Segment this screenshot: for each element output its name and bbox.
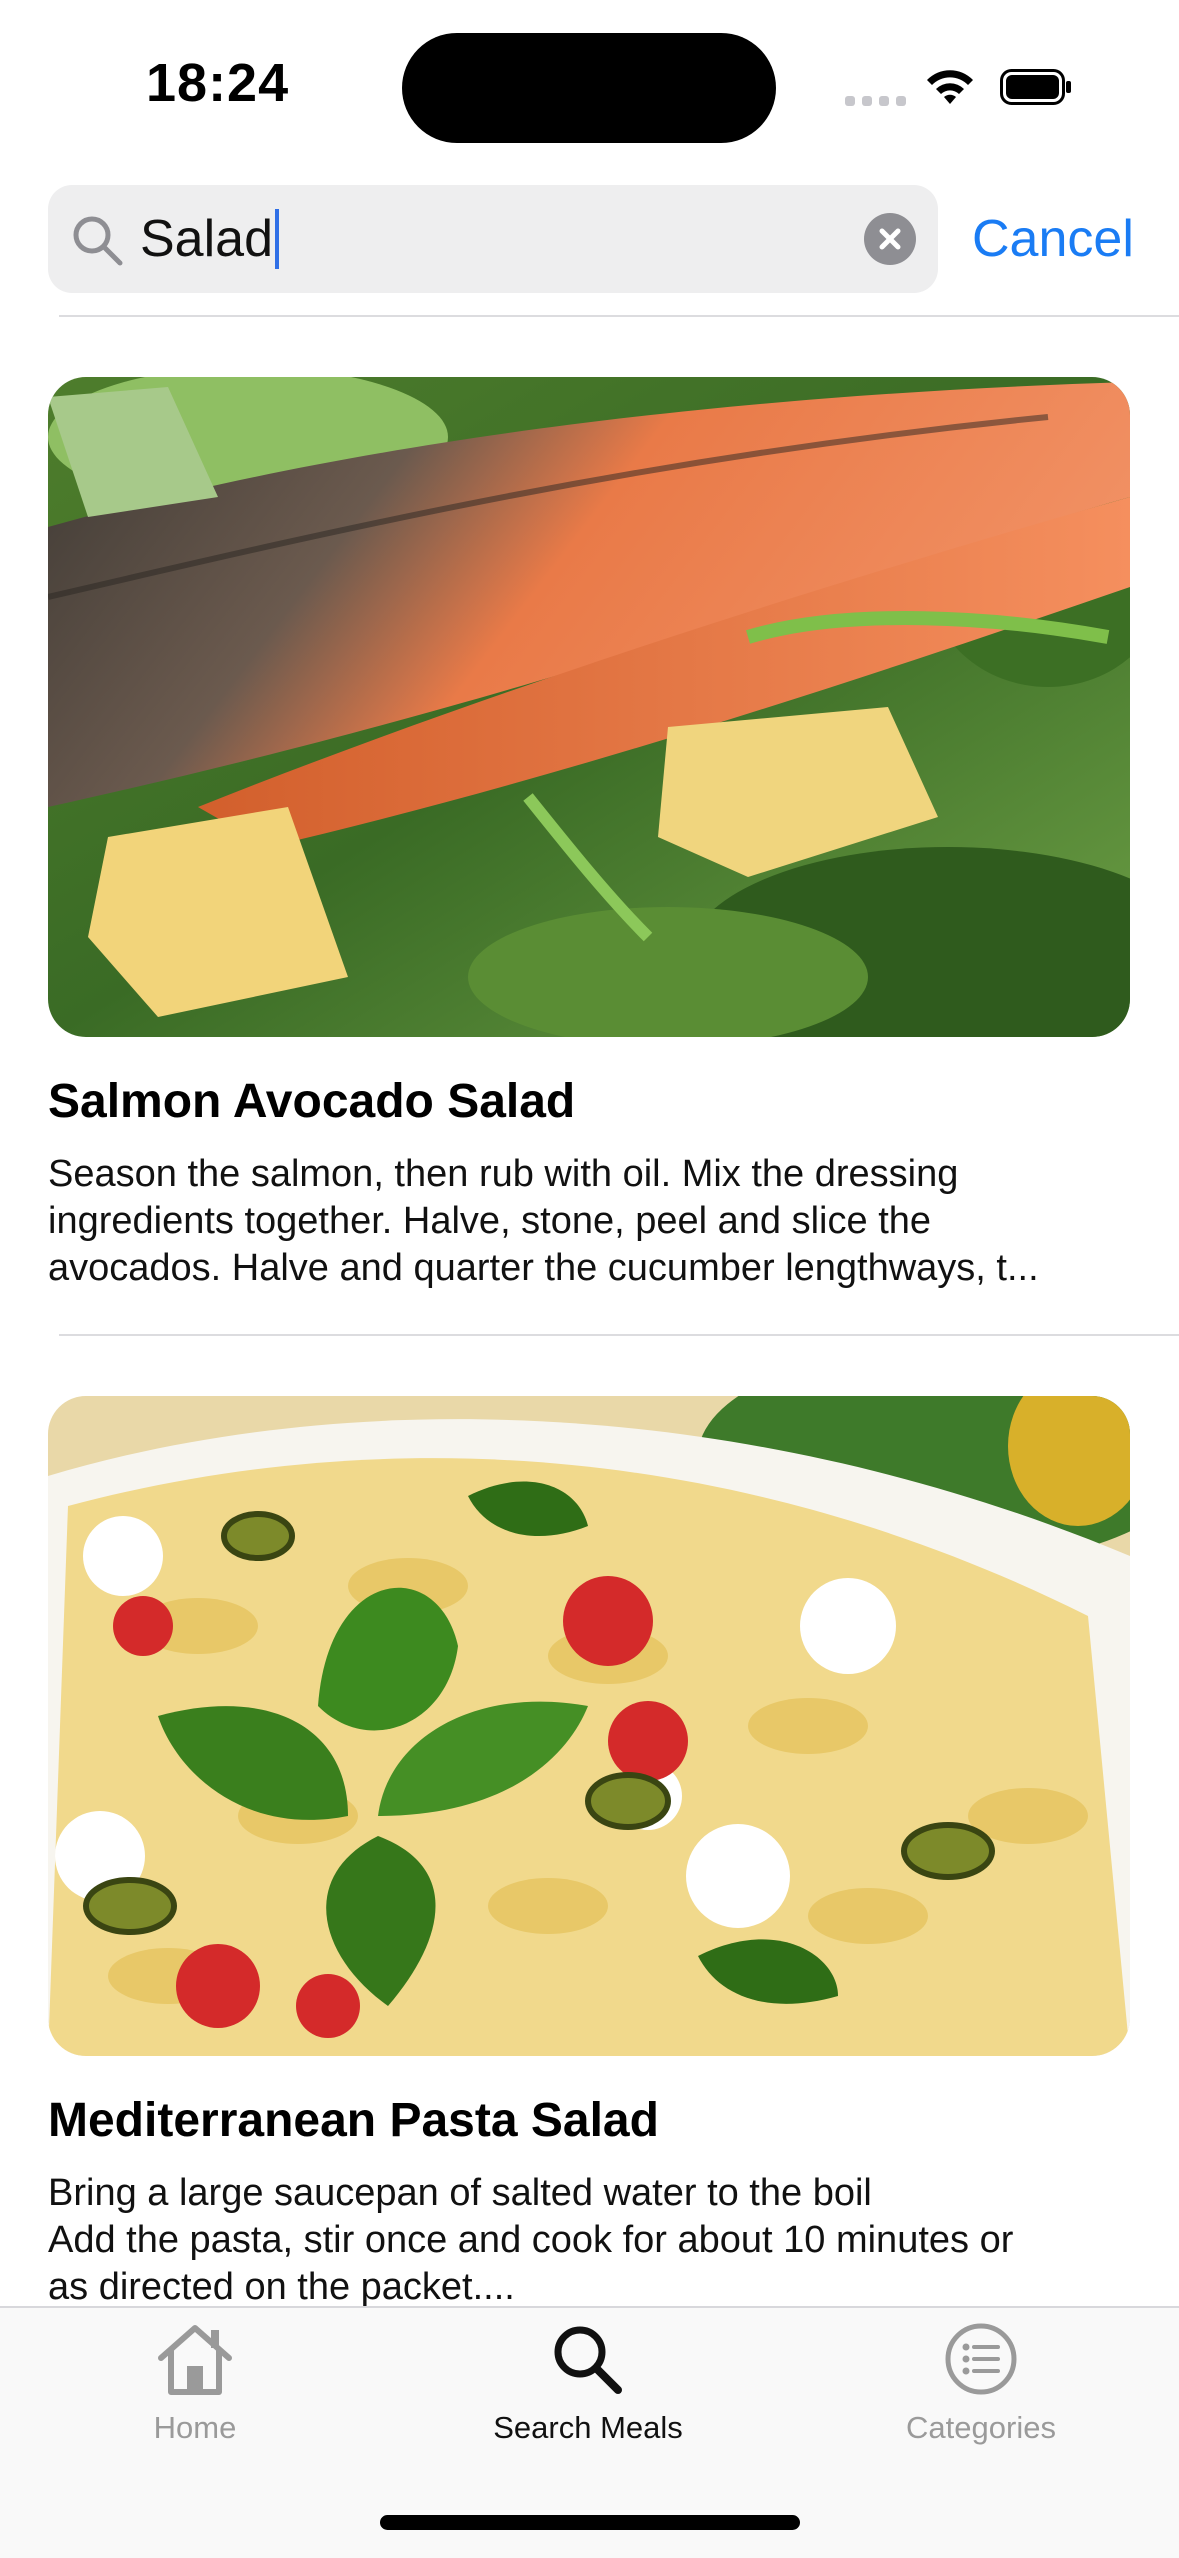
meal-image-salmon-salad [48,377,1130,1037]
home-indicator[interactable] [380,2515,800,2530]
tab-label: Home [153,2410,237,2445]
search-icon [73,216,123,266]
meal-image-pasta-salad [48,1396,1130,2056]
dynamic-island [402,33,776,143]
tab-search-meals[interactable]: Search Meals [438,2322,738,2446]
meal-description: Bring a large saucepan of salted water t… [48,2172,1014,2308]
meal-title: Salmon Avocado Salad [48,1075,576,1128]
tab-label: Search Meals [493,2410,683,2445]
tab-categories[interactable]: Categories [831,2322,1131,2446]
meal-description: Season the salmon, then rub with oil. Mi… [48,1153,1039,1289]
meal-card[interactable]: Salmon Avocado Salad Season the salmon, … [48,377,1130,1292]
search-query-text: Salad [140,210,273,268]
meal-card[interactable]: Mediterranean Pasta Salad Bring a large … [48,1396,1130,2311]
search-field[interactable]: Salad [48,185,938,293]
tab-home[interactable]: Home [45,2322,345,2446]
cancel-button[interactable]: Cancel [972,204,1134,274]
text-caret [275,209,279,269]
wifi-icon [927,70,973,104]
divider [59,315,1179,317]
divider [59,1334,1179,1336]
cellular-signal-icon [845,96,906,106]
clear-icon[interactable] [864,213,916,265]
battery-icon [1000,69,1071,105]
status-time: 18:24 [146,53,290,113]
house-icon [158,2325,232,2395]
list-icon [945,2323,1017,2395]
magnifier-icon [554,2326,622,2394]
search-input[interactable]: Salad [140,185,279,293]
meal-title: Mediterranean Pasta Salad [48,2094,659,2147]
tab-label: Categories [906,2410,1056,2445]
status-bar: 18:24 [0,0,1179,170]
